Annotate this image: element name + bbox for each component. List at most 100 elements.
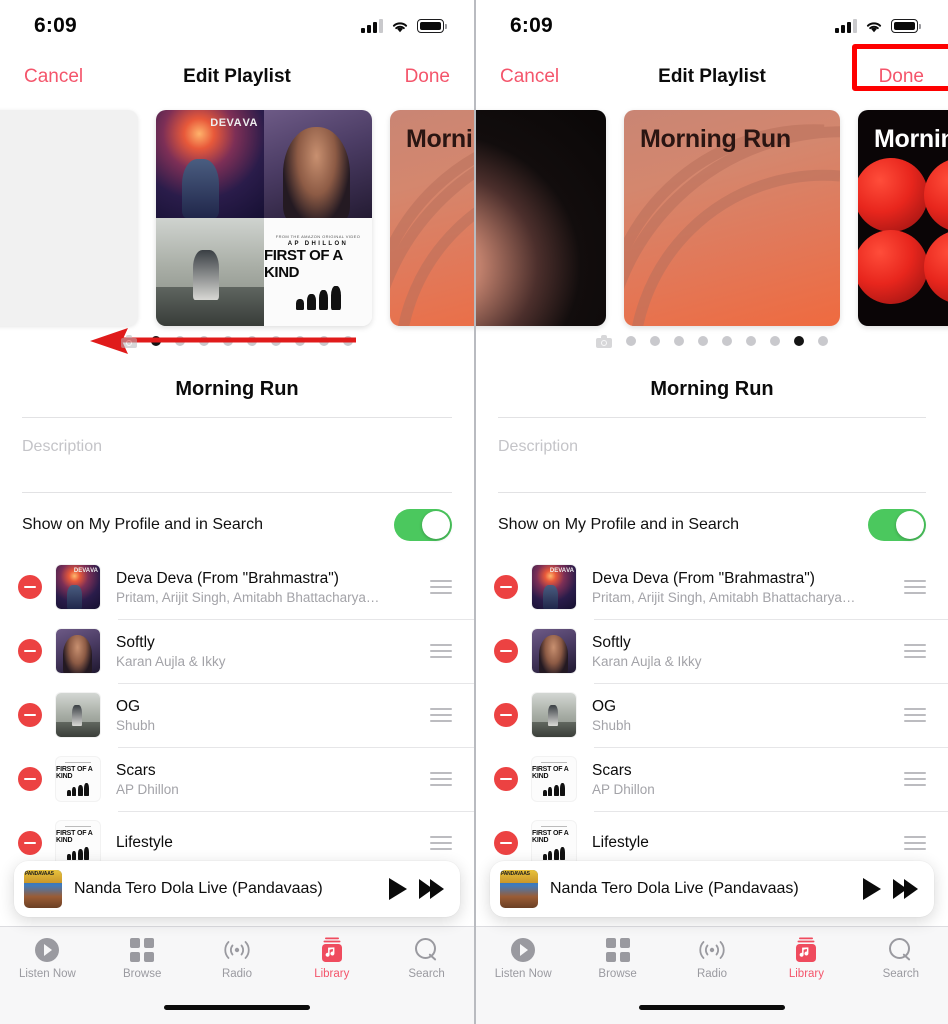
tab-browse[interactable]: Browse xyxy=(95,937,190,980)
fast-forward-icon[interactable] xyxy=(419,879,444,899)
artwork-card-dark-ring[interactable]: g Run xyxy=(474,110,606,326)
playlist-name-input[interactable]: Morning Run xyxy=(498,356,926,417)
song-artist: Shubh xyxy=(116,718,430,733)
song-meta: OG Shubh xyxy=(592,698,904,733)
page-dot[interactable] xyxy=(151,336,161,346)
show-on-profile-row[interactable]: Show on My Profile and in Search xyxy=(22,493,452,555)
artwork-card-red-circles[interactable]: Morning xyxy=(858,110,948,326)
listen-now-icon xyxy=(511,937,535,963)
page-dot[interactable] xyxy=(199,336,209,346)
carousel-page-dots[interactable] xyxy=(476,326,948,356)
tab-bar[interactable]: Listen Now Browse Radio Library Search xyxy=(476,926,948,1024)
page-dot[interactable] xyxy=(343,336,353,346)
remove-icon[interactable] xyxy=(18,703,42,727)
reorder-handle-icon[interactable] xyxy=(904,644,926,658)
remove-icon[interactable] xyxy=(494,767,518,791)
remove-icon[interactable] xyxy=(494,639,518,663)
remove-icon[interactable] xyxy=(18,831,42,855)
camera-icon[interactable] xyxy=(121,335,137,348)
page-dot[interactable] xyxy=(770,336,780,346)
page-dot[interactable] xyxy=(247,336,257,346)
carousel-track[interactable]: FROM THE AMAZON ORIGINAL VIDEO AP DHILLO… xyxy=(0,110,474,326)
cancel-button[interactable]: Cancel xyxy=(24,66,83,88)
tab-search[interactable]: Search xyxy=(379,937,474,980)
artwork-card-orange-rays[interactable]: Morning Run xyxy=(390,110,474,326)
remove-icon[interactable] xyxy=(18,575,42,599)
description-input[interactable]: Description xyxy=(498,418,926,492)
reorder-handle-icon[interactable] xyxy=(904,580,926,594)
tab-library[interactable]: Library xyxy=(284,937,379,980)
page-dot[interactable] xyxy=(295,336,305,346)
description-input[interactable]: Description xyxy=(22,418,452,492)
artwork-card-camera-placeholder[interactable] xyxy=(0,110,138,326)
song-row[interactable]: OG Shubh xyxy=(0,683,474,747)
reorder-handle-icon[interactable] xyxy=(904,708,926,722)
page-dot[interactable] xyxy=(650,336,660,346)
radio-waves-icon xyxy=(222,937,252,963)
reorder-handle-icon[interactable] xyxy=(430,772,452,786)
tab-library[interactable]: Library xyxy=(759,937,853,980)
mini-player[interactable]: Nanda Tero Dola Live (Pandavaas) xyxy=(14,861,460,917)
song-row[interactable]: Softly Karan Aujla & Ikky xyxy=(0,619,474,683)
reorder-handle-icon[interactable] xyxy=(430,644,452,658)
artwork-carousel[interactable]: g Run Morning Run xyxy=(476,110,948,326)
reorder-handle-icon[interactable] xyxy=(904,772,926,786)
remove-icon[interactable] xyxy=(494,831,518,855)
page-dot[interactable] xyxy=(746,336,756,346)
song-title: OG xyxy=(116,698,430,716)
page-dot[interactable] xyxy=(698,336,708,346)
done-button[interactable]: Done xyxy=(879,66,924,88)
play-icon[interactable] xyxy=(863,878,881,900)
album-art: FIRST OF A KIND xyxy=(532,757,576,801)
remove-icon[interactable] xyxy=(18,639,42,663)
page-dot[interactable] xyxy=(818,336,828,346)
song-row[interactable]: Softly Karan Aujla & Ikky xyxy=(476,619,948,683)
song-row[interactable]: Deva Deva (From "Brahmastra") Pritam, Ar… xyxy=(476,555,948,619)
reorder-handle-icon[interactable] xyxy=(430,836,452,850)
camera-icon[interactable] xyxy=(596,335,612,348)
fast-forward-icon[interactable] xyxy=(893,879,918,899)
page-dot[interactable] xyxy=(175,336,185,346)
remove-icon[interactable] xyxy=(18,767,42,791)
song-row[interactable]: OG Shubh xyxy=(476,683,948,747)
done-button[interactable]: Done xyxy=(405,66,450,88)
reorder-handle-icon[interactable] xyxy=(430,580,452,594)
tab-bar[interactable]: Listen Now Browse Radio Library Search xyxy=(0,926,474,1024)
page-dot[interactable] xyxy=(794,336,804,346)
reorder-handle-icon[interactable] xyxy=(904,836,926,850)
cellular-signal-icon xyxy=(835,19,857,33)
song-row[interactable]: Deva Deva (From "Brahmastra") Pritam, Ar… xyxy=(0,555,474,619)
tab-listen-now[interactable]: Listen Now xyxy=(0,937,95,980)
playlist-name-input[interactable]: Morning Run xyxy=(22,356,452,417)
tab-radio[interactable]: Radio xyxy=(190,937,285,980)
tab-label: Browse xyxy=(123,968,161,980)
page-dot[interactable] xyxy=(626,336,636,346)
page-dot[interactable] xyxy=(319,336,329,346)
remove-icon[interactable] xyxy=(494,703,518,727)
show-on-profile-toggle[interactable] xyxy=(868,509,926,541)
tab-radio[interactable]: Radio xyxy=(665,937,759,980)
page-dot[interactable] xyxy=(223,336,233,346)
artwork-carousel[interactable]: FROM THE AMAZON ORIGINAL VIDEO AP DHILLO… xyxy=(0,110,474,326)
song-artist: Pritam, Arijit Singh, Amitabh Bhattachar… xyxy=(592,590,904,605)
artwork-card-mosaic[interactable]: FROM THE AMAZON ORIGINAL VIDEO AP DHILLO… xyxy=(156,110,372,326)
carousel-page-dots[interactable] xyxy=(0,326,474,356)
show-on-profile-toggle[interactable] xyxy=(394,509,452,541)
remove-icon[interactable] xyxy=(494,575,518,599)
tab-browse[interactable]: Browse xyxy=(570,937,664,980)
song-row[interactable]: FIRST OF A KIND Scars AP Dhillon xyxy=(476,747,948,811)
artwork-card-orange-rays[interactable]: Morning Run xyxy=(624,110,840,326)
page-dot[interactable] xyxy=(722,336,732,346)
song-row[interactable]: FIRST OF A KIND Scars AP Dhillon xyxy=(0,747,474,811)
tab-listen-now[interactable]: Listen Now xyxy=(476,937,570,980)
tab-search[interactable]: Search xyxy=(854,937,948,980)
show-on-profile-row[interactable]: Show on My Profile and in Search xyxy=(498,493,926,555)
mini-player[interactable]: Nanda Tero Dola Live (Pandavaas) xyxy=(490,861,934,917)
play-icon[interactable] xyxy=(389,878,407,900)
page-dot[interactable] xyxy=(674,336,684,346)
cancel-button[interactable]: Cancel xyxy=(500,66,559,88)
library-icon xyxy=(321,937,343,963)
reorder-handle-icon[interactable] xyxy=(430,708,452,722)
page-dot[interactable] xyxy=(271,336,281,346)
carousel-track[interactable]: g Run Morning Run xyxy=(474,110,948,326)
